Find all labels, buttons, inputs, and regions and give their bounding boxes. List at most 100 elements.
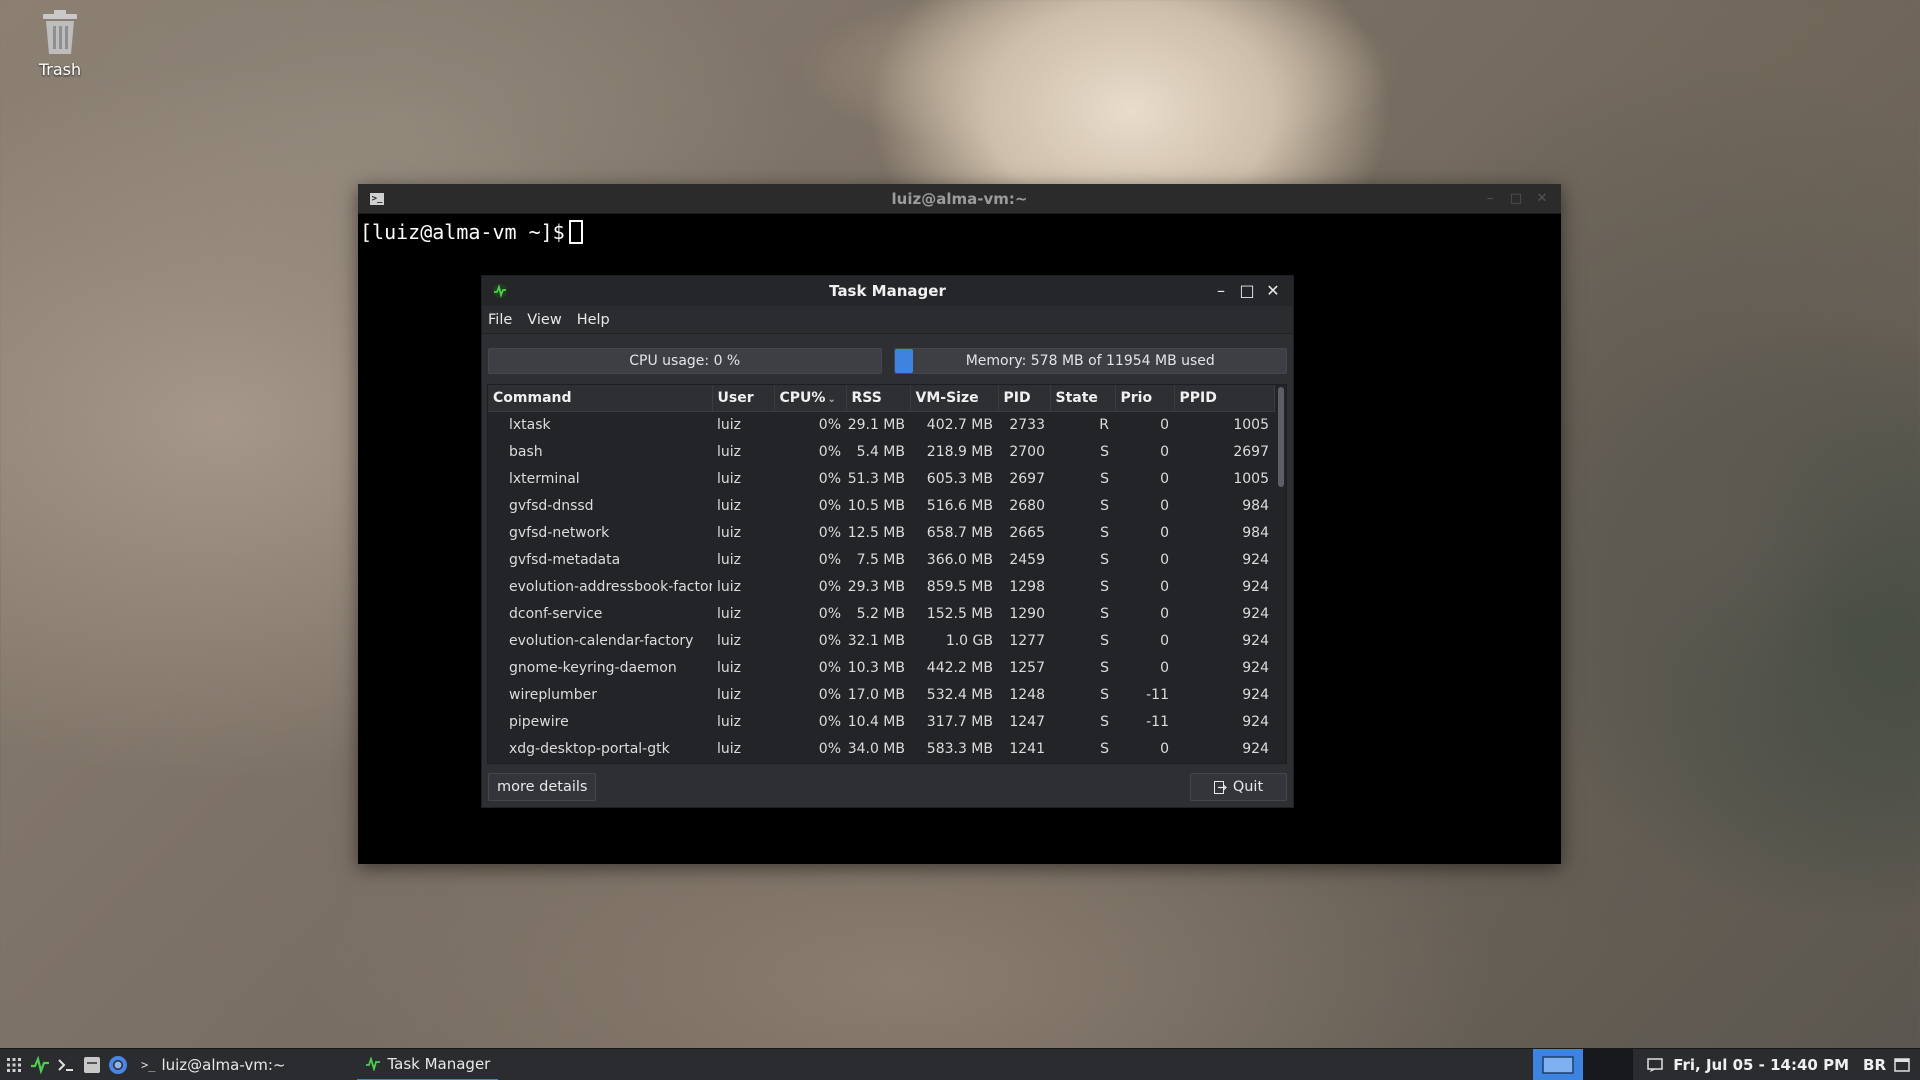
table-row[interactable]: gvfsd-network luiz 0% 12.5 MB 658.7 MB 2665 S 0… — [488, 519, 1274, 546]
cell-user: luiz — [717, 659, 742, 676]
cell-vm: 442.2 MB — [926, 659, 993, 676]
table-row[interactable]: pipewire luiz 0% 10.4 MB 317.7 MB 1247 S -11 924 — [488, 708, 1274, 735]
workspace-2-button[interactable] — [1583, 1049, 1634, 1080]
column-header-cpu[interactable]: CPU% ⌄ — [774, 385, 847, 412]
table-row[interactable]: gnome-keyring-daemon luiz 0% 10.3 MB 442.2 M… — [488, 654, 1274, 681]
cell-ppid: 924 — [1242, 632, 1269, 649]
cell-ppid: 924 — [1242, 686, 1269, 703]
maximize-button[interactable]: □ — [1509, 191, 1523, 206]
cell-prio: 0 — [1160, 416, 1169, 433]
menu-view[interactable]: View — [527, 312, 570, 328]
menubar: File View Help — [482, 306, 1293, 334]
table-row[interactable]: dconf-service luiz 0% 5.2 MB 152.5 MB 1290 S 0 9… — [488, 600, 1274, 627]
table-row[interactable]: gvfsd-metadata luiz 0% 7.5 MB 366.0 MB 2459 S 0… — [488, 546, 1274, 573]
table-row[interactable]: evolution-calendar-factory luiz 0% 32.1 MB 1… — [488, 627, 1274, 654]
terminal-launcher-icon[interactable] — [55, 1054, 77, 1076]
cell-vm: 366.0 MB — [926, 551, 993, 568]
sort-descending-icon: ⌄ — [827, 393, 836, 405]
cell-rss: 32.1 MB — [847, 632, 905, 649]
cell-prio: 0 — [1160, 659, 1169, 676]
column-header-state[interactable]: State — [1050, 385, 1116, 412]
cell-pid: 1248 — [1009, 686, 1045, 703]
cell-rss: 17.0 MB — [847, 686, 905, 703]
task-manager-launcher-icon[interactable] — [29, 1054, 51, 1076]
cell-vm: 859.5 MB — [926, 578, 993, 595]
browser-launcher-icon[interactable] — [107, 1054, 129, 1076]
cell-command: dconf-service — [509, 605, 603, 622]
more-details-button[interactable]: more details — [488, 773, 597, 801]
cell-cpu: 0% — [818, 713, 841, 730]
menu-file[interactable]: File — [488, 312, 521, 328]
show-desktop-icon[interactable] — [1894, 1058, 1910, 1072]
table-row[interactable]: wireplumber luiz 0% 17.0 MB 532.4 MB 1248 S -11… — [488, 681, 1274, 708]
cell-user: luiz — [717, 605, 742, 622]
taskbar-task-terminal[interactable]: >_ luiz@alma-vm:~ — [133, 1049, 293, 1080]
cell-vm: 402.7 MB — [926, 416, 993, 433]
table-row[interactable]: bash luiz 0% 5.4 MB 218.9 MB 2700 S 0 2697 — [488, 438, 1274, 465]
memory-usage-fill — [894, 349, 914, 373]
close-button[interactable]: ✕ — [1263, 280, 1283, 302]
column-header-rss[interactable]: RSS — [846, 385, 911, 412]
taskbar-task-task-manager[interactable]: Task Manager — [357, 1049, 499, 1080]
trash-label: Trash — [38, 60, 82, 79]
close-button[interactable]: ✕ — [1535, 191, 1549, 206]
cell-cpu: 0% — [818, 659, 841, 676]
cell-cpu: 0% — [818, 551, 841, 568]
table-row[interactable]: evolution-addressbook-factory luiz 0% 29.3 … — [488, 573, 1274, 600]
cell-state: S — [1100, 551, 1109, 568]
column-header-prio[interactable]: Prio — [1115, 385, 1175, 412]
terminal-output[interactable]: [luiz@alma-vm ~]$ — [358, 214, 1561, 250]
quit-icon — [1213, 780, 1227, 794]
minimize-button[interactable]: – — [1483, 191, 1497, 206]
cell-cpu: 0% — [818, 605, 841, 622]
trash-icon — [43, 10, 77, 54]
cell-rss: 51.3 MB — [847, 470, 905, 487]
trash-desktop-icon[interactable]: Trash — [26, 10, 94, 79]
terminal-titlebar[interactable]: >_ luiz@alma-vm:~ – □ ✕ — [358, 184, 1561, 214]
cell-command: pipewire — [509, 713, 569, 730]
cell-ppid: 924 — [1242, 605, 1269, 622]
cell-user: luiz — [717, 524, 742, 541]
task-manager-window[interactable]: Task Manager – □ ✕ File View Help CPU us… — [481, 275, 1294, 808]
cell-command: gvfsd-metadata — [509, 551, 621, 568]
process-table[interactable]: Command User CPU% ⌄ RSS VM-Size PID State… — [487, 384, 1287, 764]
table-row[interactable]: lxterminal luiz 0% 51.3 MB 605.3 MB 2697 S 0 100… — [488, 465, 1274, 492]
table-scrollbar[interactable] — [1278, 387, 1284, 487]
menu-help[interactable]: Help — [577, 312, 619, 328]
cell-rss: 10.5 MB — [847, 497, 905, 514]
maximize-button[interactable]: □ — [1237, 280, 1257, 302]
cell-cpu: 0% — [818, 470, 841, 487]
column-header-vm-size[interactable]: VM-Size — [910, 385, 999, 412]
cell-pid: 2459 — [1009, 551, 1045, 568]
column-header-command[interactable]: Command — [488, 385, 713, 412]
cell-ppid: 924 — [1242, 659, 1269, 676]
workspace-1-button[interactable] — [1533, 1049, 1584, 1080]
column-header-ppid[interactable]: PPID — [1174, 385, 1275, 412]
cell-vm: 658.7 MB — [926, 524, 993, 541]
clock[interactable]: Fri, Jul 05 - 14:40 PM — [1673, 1056, 1849, 1074]
file-manager-launcher-icon[interactable] — [81, 1054, 103, 1076]
cell-prio: 0 — [1160, 524, 1169, 541]
notification-icon[interactable] — [1647, 1058, 1663, 1072]
terminal-cursor — [568, 220, 583, 244]
cell-rss: 10.4 MB — [847, 713, 905, 730]
table-row[interactable]: gvfsd-dnssd luiz 0% 10.5 MB 516.6 MB 2680 S 0 98… — [488, 492, 1274, 519]
cell-state: S — [1100, 713, 1109, 730]
table-row[interactable]: lxtask luiz 0% 29.1 MB 402.7 MB 2733 R 0 1005 — [488, 411, 1274, 438]
cell-prio: 0 — [1160, 578, 1169, 595]
task-manager-title: Task Manager — [829, 282, 946, 300]
table-row[interactable]: xdg-desktop-portal-gtk luiz 0% 34.0 MB 583.3… — [488, 735, 1274, 762]
memory-usage-text: Memory: 578 MB of 11954 MB used — [965, 353, 1215, 369]
column-header-user[interactable]: User — [712, 385, 775, 412]
cell-pid: 1290 — [1009, 605, 1045, 622]
cell-state: S — [1100, 470, 1109, 487]
task-manager-titlebar[interactable]: Task Manager – □ ✕ — [482, 276, 1293, 306]
app-menu-icon[interactable] — [3, 1054, 25, 1076]
column-header-pid[interactable]: PID — [998, 385, 1051, 412]
quit-button[interactable]: Quit — [1190, 773, 1287, 801]
cell-command: gnome-keyring-daemon — [509, 659, 677, 676]
cell-pid: 2680 — [1009, 497, 1045, 514]
cell-command: gvfsd-dnssd — [509, 497, 594, 514]
keyboard-layout-indicator[interactable]: BR — [1863, 1056, 1886, 1074]
minimize-button[interactable]: – — [1211, 280, 1231, 302]
